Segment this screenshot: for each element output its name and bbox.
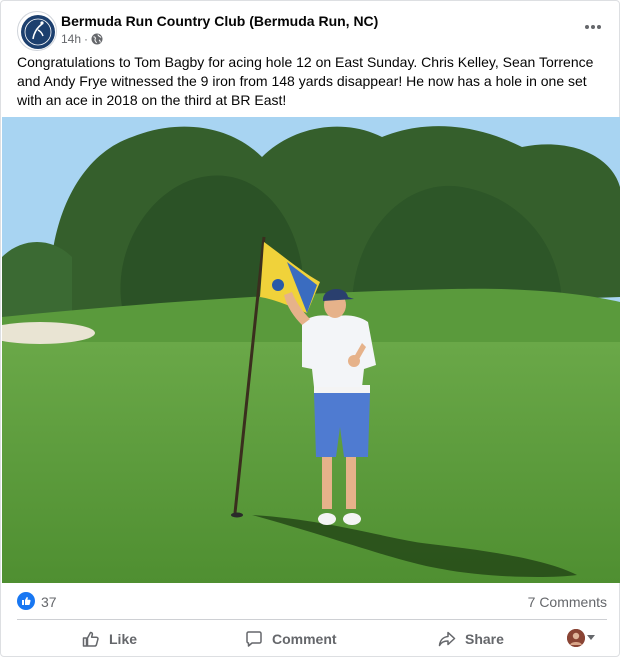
- thumbs-up-icon: [82, 631, 99, 647]
- more-dots-icon: [585, 25, 601, 29]
- post-card: Bermuda Run Country Club (Bermuda Run, N…: [0, 0, 620, 657]
- more-options-button[interactable]: [579, 13, 607, 41]
- share-arrow-icon: [438, 631, 456, 647]
- comment-label: Comment: [272, 631, 337, 647]
- post-photo[interactable]: [2, 117, 620, 583]
- reactions-row: 37 7 Comments: [17, 589, 607, 613]
- post-actions: Like Comment Share: [17, 621, 607, 657]
- post-message: Congratulations to Tom Bagby for acing h…: [17, 54, 594, 108]
- post-meta: 14h ·: [61, 32, 103, 46]
- like-label: Like: [109, 631, 138, 647]
- user-avatar: [567, 629, 585, 647]
- comment-button[interactable]: Comment: [244, 623, 337, 655]
- like-reaction-icon[interactable]: [17, 592, 35, 610]
- reaction-count[interactable]: 37: [41, 594, 57, 610]
- share-button[interactable]: Share: [437, 623, 504, 655]
- like-button[interactable]: Like: [81, 623, 137, 655]
- page-avatar[interactable]: [17, 11, 57, 51]
- user-photo-icon: [567, 629, 585, 647]
- golf-green-photo: [2, 117, 620, 583]
- post-header: Bermuda Run Country Club (Bermuda Run, N…: [17, 11, 605, 51]
- caret-down-icon: [587, 635, 595, 640]
- actions-divider: [17, 619, 607, 620]
- club-logo-icon: [21, 15, 55, 49]
- comments-count[interactable]: 7 Comments: [528, 594, 607, 610]
- page-name[interactable]: Bermuda Run Country Club (Bermuda Run, N…: [61, 13, 378, 29]
- globe-icon: [91, 33, 103, 45]
- share-label: Share: [465, 631, 504, 647]
- meta-separator: ·: [84, 32, 89, 46]
- comment-icon: [246, 631, 262, 647]
- post-timestamp[interactable]: 14h: [61, 32, 81, 46]
- profile-switcher[interactable]: [567, 629, 595, 647]
